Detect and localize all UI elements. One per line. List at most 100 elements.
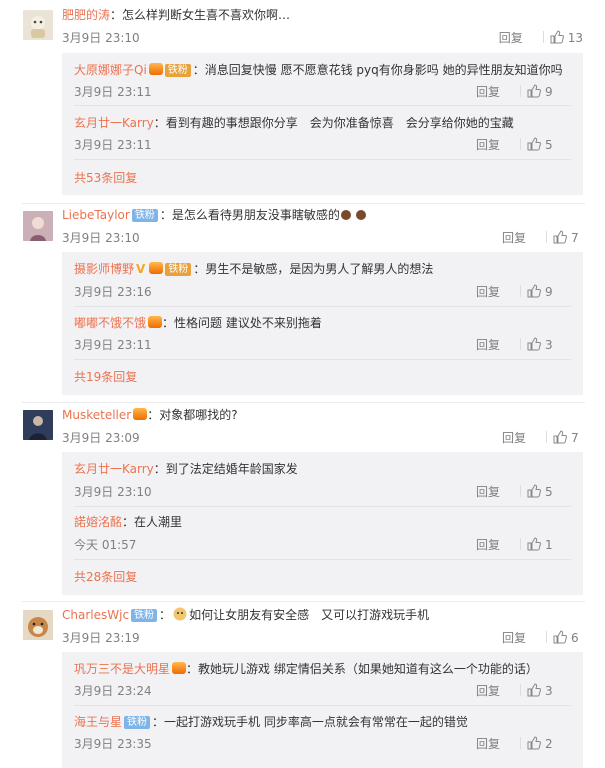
squirrel-emoji-icon bbox=[340, 207, 370, 225]
reply-username[interactable]: 摄影师博野 bbox=[74, 262, 134, 276]
like-icon[interactable] bbox=[527, 284, 541, 298]
reply-text: 性格问题 建议处不来别拖着 bbox=[174, 316, 322, 330]
reply-time: 3月9日 23:16 bbox=[74, 285, 152, 299]
reply-button[interactable]: 回复 bbox=[476, 337, 510, 353]
vip-icon bbox=[172, 662, 187, 674]
reply-button[interactable]: 回复 bbox=[476, 284, 510, 300]
like-icon[interactable] bbox=[527, 736, 541, 750]
reply-button[interactable]: 回复 bbox=[476, 537, 510, 553]
like-count: 13 bbox=[567, 31, 583, 45]
reply-time: 3月9日 23:24 bbox=[74, 684, 152, 698]
like-icon[interactable] bbox=[553, 230, 567, 244]
reply-button[interactable]: 回复 bbox=[502, 430, 536, 446]
like-count: 9 bbox=[545, 285, 553, 299]
vip-icon bbox=[148, 316, 163, 328]
verified-v-icon: V bbox=[136, 262, 146, 276]
reply-time: 3月9日 23:11 bbox=[74, 85, 152, 99]
reply-button[interactable]: 回复 bbox=[502, 630, 536, 646]
vip-icon bbox=[133, 408, 148, 420]
comment-time: 3月9日 23:19 bbox=[62, 631, 140, 645]
comment-time: 3月9日 23:10 bbox=[62, 31, 140, 45]
avatar[interactable] bbox=[23, 410, 53, 440]
reply-username[interactable]: 諾嫆洺酩 bbox=[74, 515, 122, 529]
reply-button[interactable]: 回复 bbox=[476, 484, 510, 500]
reply-actions: 回复 3 bbox=[476, 683, 557, 699]
like-icon[interactable] bbox=[527, 337, 541, 351]
like-icon[interactable] bbox=[527, 484, 541, 498]
reply-time: 3月9日 23:11 bbox=[74, 338, 152, 352]
reply-button[interactable]: 回复 bbox=[476, 683, 510, 699]
like-count: 6 bbox=[571, 631, 579, 645]
reply-username[interactable]: 巩万三不是大明星 bbox=[74, 662, 170, 676]
reply-actions: 回复 9 bbox=[476, 284, 557, 300]
reply-actions: 回复 5 bbox=[476, 137, 557, 153]
comment-username[interactable]: 肥肥的涛 bbox=[62, 8, 110, 22]
reply-button[interactable]: 回复 bbox=[476, 736, 510, 752]
reply-button[interactable]: 回复 bbox=[502, 230, 536, 246]
like-icon[interactable] bbox=[553, 630, 567, 644]
reply-text: 在人潮里 bbox=[134, 515, 183, 529]
like-count: 3 bbox=[545, 338, 553, 352]
reply-actions: 回复 2 bbox=[476, 736, 557, 752]
reply-text: 看到有趣的事想跟你分享 会为你准备惊喜 会分享给你她的宝藏 bbox=[165, 116, 514, 130]
comment-actions: 回复 7 bbox=[502, 230, 583, 246]
like-count: 3 bbox=[545, 684, 553, 698]
comment-time: 3月9日 23:09 bbox=[62, 431, 140, 445]
comment-username[interactable]: CharlesWjc bbox=[62, 608, 129, 622]
reply-username[interactable]: 玄月廿一Karry bbox=[74, 116, 154, 130]
comment-username[interactable]: Musketeller bbox=[62, 408, 131, 422]
reply-text: 教她玩儿游戏 绑定情侣关系（如果她知道有这么一个功能的话） bbox=[198, 662, 538, 676]
like-count: 5 bbox=[545, 485, 553, 499]
like-icon[interactable] bbox=[553, 430, 567, 444]
reply-username[interactable]: 海王与星 bbox=[74, 715, 122, 729]
reply-actions: 回复 5 bbox=[476, 484, 557, 500]
fan-badge: 铁粉 bbox=[131, 209, 158, 222]
comment-actions: 回复 13 bbox=[499, 30, 583, 46]
like-icon[interactable] bbox=[550, 30, 564, 44]
like-count: 7 bbox=[571, 431, 579, 445]
fan-badge: 铁粉 bbox=[165, 263, 192, 276]
reply-text: 到了法定结婚年龄国家发 bbox=[165, 462, 298, 476]
fan-badge: 铁粉 bbox=[164, 64, 191, 77]
comment-actions: 回复 7 bbox=[502, 430, 583, 446]
more-replies-link[interactable]: 共28条回复 bbox=[74, 569, 137, 585]
avatar[interactable] bbox=[23, 10, 53, 40]
reply-text: 男生不是敏感，是因为男人了解男人的想法 bbox=[205, 262, 434, 276]
comment-text: 怎么样判断女生喜不喜欢你啊… bbox=[122, 8, 291, 22]
reply-text: 消息回复快慢 愿不愿意花钱 pyq有你身影吗 她的异性朋友知道你吗 bbox=[204, 63, 563, 77]
like-icon[interactable] bbox=[527, 84, 541, 98]
avatar[interactable] bbox=[23, 610, 53, 640]
comment-time: 3月9日 23:10 bbox=[62, 231, 140, 245]
reply-box: 大原娜娜子Qi 铁粉 ：消息回复快慢 愿不愿意花钱 pyq有你身影吗 她的异性朋友知… bbox=[62, 53, 583, 195]
doge-emoji-icon bbox=[171, 607, 189, 625]
more-replies-link[interactable]: 共53条回复 bbox=[74, 170, 137, 186]
fan-badge: 铁粉 bbox=[131, 609, 158, 622]
more-replies-link[interactable]: 共19条回复 bbox=[74, 369, 137, 385]
reply-time: 3月9日 23:35 bbox=[74, 737, 152, 751]
avatar[interactable] bbox=[23, 211, 53, 241]
like-count: 5 bbox=[545, 138, 553, 152]
reply-box: 巩万三不是大明星 ：教她玩儿游戏 绑定情侣关系（如果她知道有这么一个功能的话） 3… bbox=[62, 652, 583, 768]
reply-box: 摄影师博野 V 铁粉 ：男生不是敏感，是因为男人了解男人的想法 3月9日 23:16 … bbox=[62, 252, 583, 395]
reply-button[interactable]: 回复 bbox=[476, 84, 510, 100]
reply-button[interactable]: 回复 bbox=[499, 30, 533, 46]
reply-time: 今天 01:57 bbox=[74, 538, 137, 552]
like-icon[interactable] bbox=[527, 137, 541, 151]
vip-icon bbox=[149, 262, 164, 274]
comment-text: 是怎么看待男朋友没事瞎敏感的 bbox=[171, 208, 340, 222]
comment-actions: 回复 6 bbox=[502, 630, 583, 646]
like-icon[interactable] bbox=[527, 537, 541, 551]
reply-actions: 回复 9 bbox=[476, 84, 557, 100]
reply-username[interactable]: 玄月廿一Karry bbox=[74, 462, 154, 476]
like-icon[interactable] bbox=[527, 683, 541, 697]
reply-username[interactable]: 大原娜娜子Qi bbox=[74, 63, 147, 77]
comment-username[interactable]: LiebeTaylor bbox=[62, 208, 130, 222]
comment-text: 对象都哪找的? bbox=[159, 408, 238, 422]
like-count: 7 bbox=[571, 231, 579, 245]
reply-username[interactable]: 嘟嘟不饿不饿 bbox=[74, 316, 146, 330]
reply-button[interactable]: 回复 bbox=[476, 137, 510, 153]
reply-box: 玄月廿一Karry：到了法定结婚年龄国家发 3月9日 23:10 回复 5 諾嫆洺… bbox=[62, 452, 583, 595]
vip-icon bbox=[148, 63, 163, 75]
reply-actions: 回复 1 bbox=[476, 537, 557, 553]
reply-time: 3月9日 23:11 bbox=[74, 138, 152, 152]
